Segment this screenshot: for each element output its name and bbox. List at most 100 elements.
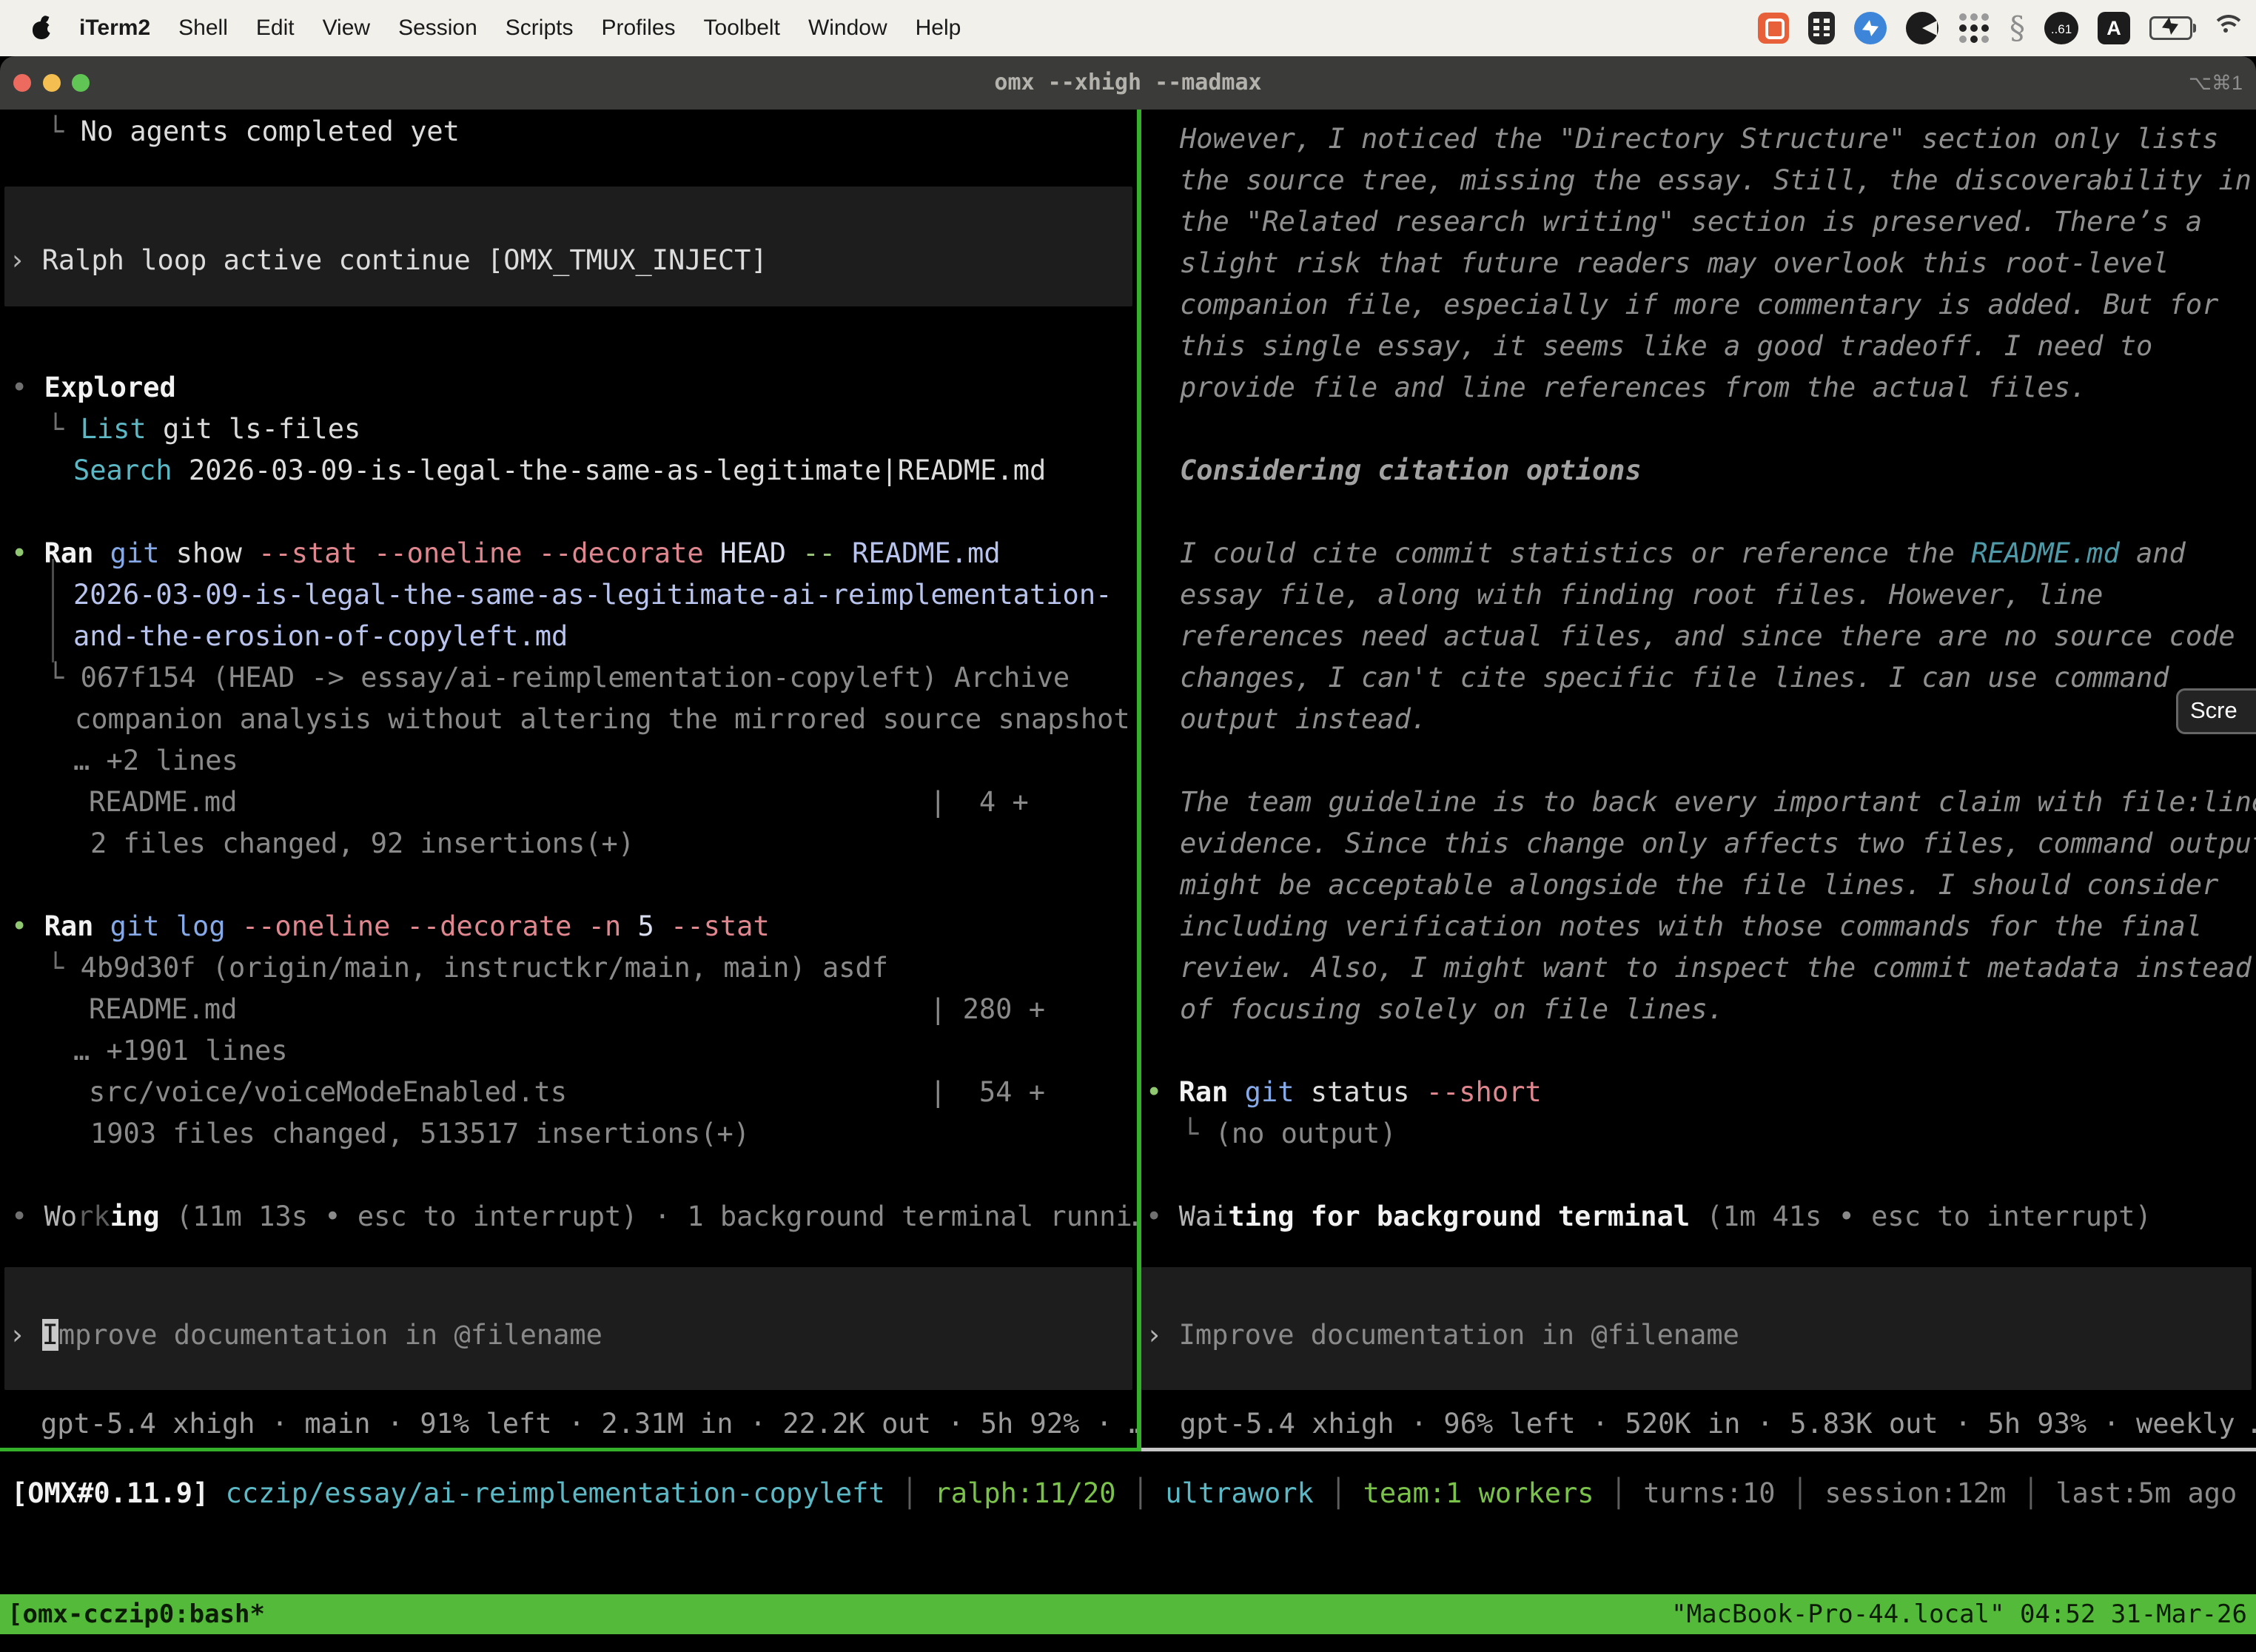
text-segment: Ralph loop active continue [OMX_TMUX_INJ…	[42, 244, 768, 276]
zoom-window-button[interactable]	[72, 74, 90, 92]
text-segment: (1m 41s • esc to interrupt)	[1690, 1201, 2152, 1232]
terminal-area: └ No agents completed yet › Ralph loop ac…	[0, 110, 2256, 1652]
text-segment: │	[1116, 1477, 1166, 1509]
explored-search-line: Search 2026-03-09-is-legal-the-same-as-l…	[73, 450, 1046, 491]
wifi-icon[interactable]	[2212, 15, 2244, 41]
text-segment: turns:10	[1643, 1477, 1775, 1509]
text-segment: cczip/essay/ai-reimplementation-copyleft	[226, 1477, 885, 1509]
battery-icon[interactable]	[2149, 16, 2192, 40]
menu-app-name[interactable]: iTerm2	[65, 16, 164, 41]
text-segment: │	[1314, 1477, 1363, 1509]
git-stat-line: 1903 files changed, 513517 insertions(+)	[90, 1113, 750, 1155]
prompt-input-line: › Improve documentation in @filename	[9, 1314, 602, 1356]
tmux-status-bar: [omx-cczip0:bash* "MacBook-Pro-44.local"…	[0, 1594, 2256, 1634]
text-segment: └	[47, 952, 81, 984]
text-segment: └	[47, 413, 81, 445]
tmux-host-clock: "MacBook-Pro-44.local" 04:52 31-Mar-26	[1671, 1594, 2247, 1634]
command-wrap-line: 2026-03-09-is-legal-the-same-as-legitima…	[73, 574, 1112, 616]
text-segment: └	[1182, 1118, 1215, 1149]
text-segment: team:1 workers	[1363, 1477, 1594, 1509]
text-segment: --short	[1409, 1076, 1541, 1108]
text-segment: · 1 background terminal runni…	[638, 1201, 1137, 1232]
reasoning-paragraph-line: might be acceptable alongside the file l…	[1180, 864, 2218, 906]
screen-sharing-popup[interactable]: Scre	[2176, 688, 2256, 734]
reasoning-paragraph-line: the source tree, missing the essay. Stil…	[1180, 160, 2252, 201]
menu-item-view[interactable]: View	[309, 16, 384, 41]
menu-item-window[interactable]: Window	[794, 16, 902, 41]
reasoning-paragraph-line: this single essay, it seems like a good …	[1180, 326, 2152, 367]
text-segment: README.md | 4 +	[89, 786, 1029, 818]
menu-item-profiles[interactable]: Profiles	[587, 16, 689, 41]
text-segment: •	[11, 910, 44, 942]
text-segment: Ran	[44, 537, 94, 569]
reasoning-paragraph-line: review. Also, I might want to inspect th…	[1180, 947, 2252, 989]
reasoning-paragraph-line: companion file, especially if more comme…	[1180, 284, 2218, 326]
badge-61-icon[interactable]: ..61	[2044, 12, 2078, 44]
reasoning-paragraph-line: the "Related research writing" section i…	[1180, 201, 2202, 243]
text-segment: No agents completed yet	[81, 115, 460, 147]
menu-item-toolbelt[interactable]: Toolbelt	[690, 16, 794, 41]
shield-app-icon[interactable]	[1808, 12, 1835, 44]
minimize-window-button[interactable]	[43, 74, 61, 92]
text-segment: gpt-5.4 xhigh · 96% left · 520K in · 5.8…	[1180, 1408, 2256, 1440]
text-segment: status	[1295, 1076, 1410, 1108]
snake-app-icon[interactable]: §	[2010, 12, 2025, 44]
text-segment: Wo	[44, 1201, 78, 1232]
text-segment: I could cite commit statistics or refere…	[1180, 537, 1971, 569]
menu-item-session[interactable]: Session	[384, 16, 491, 41]
chat-app-icon[interactable]	[1758, 13, 1789, 44]
text-segment: HEAD	[704, 537, 786, 569]
window-title-bar[interactable]: omx --xhigh --madmax ⌥⌘1	[0, 56, 2256, 110]
menu-item-scripts[interactable]: Scripts	[491, 16, 588, 41]
text-segment: •	[11, 537, 44, 569]
close-window-button[interactable]	[13, 74, 31, 92]
reasoning-heading-line: Considering citation options	[1180, 450, 1642, 491]
git-output-line: … +1901 lines	[73, 1030, 288, 1072]
omx-status-line: [OMX#0.11.9] cczip/essay/ai-reimplementa…	[11, 1473, 2237, 1514]
text-segment: and	[2120, 537, 2186, 569]
text-segment: ultrawork	[1165, 1477, 1313, 1509]
text-segment: •	[11, 372, 44, 403]
text-segment: ›	[9, 1319, 42, 1351]
text-segment: └	[47, 662, 81, 694]
text-segment: ting for background terminal	[1228, 1201, 1690, 1232]
loom-app-icon[interactable]	[1906, 12, 1938, 44]
ran-git-show-line: • Ran git show --stat --oneline --decora…	[11, 533, 1001, 574]
text-segment: slight risk that future readers may over…	[1180, 247, 2169, 279]
left-pane: └ No agents completed yet › Ralph loop ac…	[0, 110, 1137, 1448]
text-segment: provide file and line references from th…	[1180, 372, 2087, 403]
reasoning-paragraph-line: slight risk that future readers may over…	[1180, 243, 2169, 284]
menu-item-edit[interactable]: Edit	[242, 16, 309, 41]
dots-grid-app-icon[interactable]	[1958, 12, 1990, 44]
text-segment: Improve documentation in @filename	[1179, 1319, 1739, 1351]
menu-item-help[interactable]: Help	[902, 16, 976, 41]
text-segment: Search	[73, 454, 172, 486]
text-segment: evidence. Since this change only affects…	[1180, 827, 2256, 859]
text-segment: git	[93, 537, 159, 569]
apple-menu-icon[interactable]	[33, 17, 52, 39]
desktop-screen: iTerm2 Shell Edit View Session Scripts P…	[0, 0, 2256, 1652]
text-segment: I	[42, 1319, 58, 1351]
reasoning-paragraph-line: essay file, along with finding root file…	[1180, 574, 2103, 616]
text-segment: output instead.	[1180, 703, 1427, 735]
text-segment: changes, I can't cite specific file line…	[1180, 662, 2169, 694]
git-stat-line: 2 files changed, 92 insertions(+)	[90, 823, 634, 864]
text-segment: (11m 13s • esc to interrupt)	[160, 1201, 638, 1232]
tree-guide-line	[52, 559, 54, 662]
working-status-line: • Working (11m 13s • esc to interrupt) ·…	[11, 1196, 1137, 1238]
text-segment: ralph:11/20	[934, 1477, 1115, 1509]
text-segment: 5	[621, 910, 654, 942]
reasoning-paragraph-line: references need actual files, and since …	[1180, 616, 2235, 657]
a-badge-icon[interactable]: A	[2098, 12, 2130, 44]
text-segment: companion analysis without altering the …	[75, 703, 1130, 735]
messenger-app-icon[interactable]	[1854, 12, 1887, 44]
text-segment: … +1901 lines	[73, 1035, 288, 1067]
prompt-input-line: › Improve documentation in @filename	[1146, 1314, 1739, 1356]
menu-item-shell[interactable]: Shell	[164, 16, 242, 41]
reasoning-paragraph-line: including verification notes with those …	[1180, 906, 2202, 947]
text-segment: show	[160, 537, 242, 569]
agents-status-line: └ No agents completed yet	[47, 111, 460, 152]
ran-git-log-line: • Ran git log --oneline --decorate -n 5 …	[11, 906, 770, 947]
text-segment: review. Also, I might want to inspect th…	[1180, 952, 2252, 984]
text-segment: List	[81, 413, 147, 445]
